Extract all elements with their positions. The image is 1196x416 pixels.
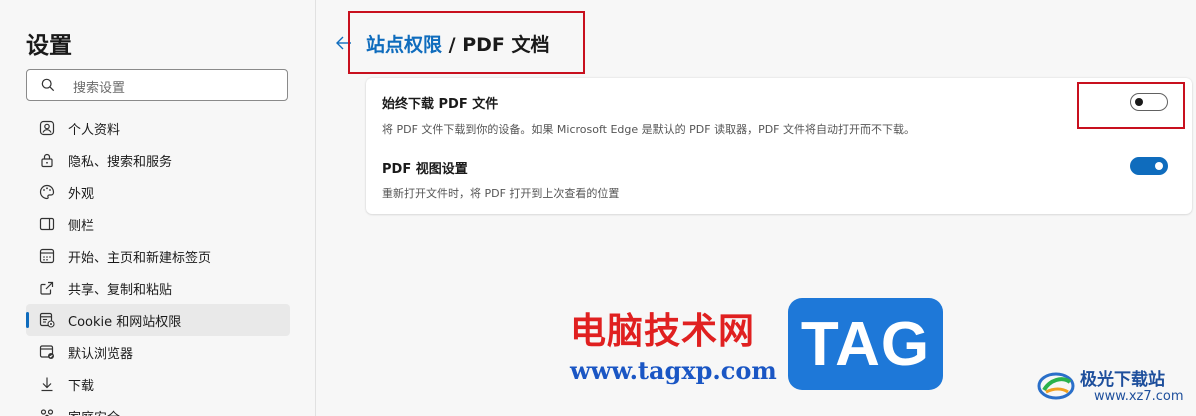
share-icon (40, 281, 54, 295)
breadcrumb-highlight-box (348, 11, 585, 74)
watermark-site-name: 电脑技术网 (570, 311, 756, 352)
browser-icon (39, 345, 54, 359)
home-grid-icon (39, 248, 55, 264)
toggle-knob (1155, 162, 1163, 170)
sidebar-item-cookies[interactable]: Cookie 和网站权限 (26, 304, 290, 336)
sidebar-item-label: 下载 (68, 378, 95, 394)
sidebar-item-label: Cookie 和网站权限 (68, 314, 182, 330)
sidebar-nav: 个人资料 隐私、搜索和服务 外观 侧栏 开始、主页和新建标签页 共享、复制和粘贴… (26, 112, 290, 416)
sidebar-item-default-browser[interactable]: 默认浏览器 (26, 336, 290, 368)
setting-desc-always-download: 将 PDF 文件下载到你的设备。如果 Microsoft Edge 是默认的 P… (382, 123, 916, 136)
watermark-tag-text: TAG (800, 309, 931, 379)
search-placeholder: 搜索设置 (73, 81, 126, 96)
sidebar-icon (39, 217, 55, 231)
settings-window: 设置 搜索设置 个人资料 隐私、搜索和服务 外观 侧栏 开始、主页和新建标签页 … (0, 0, 1196, 416)
sidebar-item-label: 家庭安全 (68, 407, 120, 416)
sidebar-item-label: 侧栏 (68, 218, 95, 234)
sidebar-item-label: 默认浏览器 (68, 346, 134, 362)
sidebar-item-label: 开始、主页和新建标签页 (68, 250, 212, 266)
sidebar-title: 设置 (26, 33, 72, 59)
sidebar-item-label: 个人资料 (68, 122, 121, 138)
watermark-logo-url: www.xz7.com (1094, 389, 1184, 404)
palette-icon (39, 184, 55, 200)
main-content: 站点权限 / PDF 文档 始终下载 PDF 文件 将 PDF 文件下载到你的设… (316, 0, 1196, 416)
download-icon (41, 377, 53, 392)
active-indicator (26, 312, 29, 328)
watermark-logo-name: 极光下载站 (1080, 370, 1165, 390)
sidebar-item-downloads[interactable]: 下载 (26, 368, 290, 400)
sidebar-item-sidebar[interactable]: 侧栏 (26, 208, 290, 240)
sidebar-item-share[interactable]: 共享、复制和粘贴 (26, 272, 290, 304)
sidebar-item-privacy[interactable]: 隐私、搜索和服务 (26, 144, 290, 176)
sidebar-item-label: 隐私、搜索和服务 (68, 154, 173, 170)
site-permissions-icon (39, 312, 55, 328)
search-input[interactable]: 搜索设置 (26, 69, 288, 101)
watermark-tag-badge: TAG (788, 298, 943, 390)
pdf-settings-card: 始终下载 PDF 文件 将 PDF 文件下载到你的设备。如果 Microsoft… (366, 78, 1192, 214)
aurora-logo-icon (1037, 372, 1075, 400)
watermark-site-url: www.tagxp.com (570, 356, 777, 385)
sidebar-item-family[interactable]: 家庭安全 (26, 400, 290, 416)
sidebar-item-appearance[interactable]: 外观 (26, 176, 290, 208)
sidebar: 设置 搜索设置 个人资料 隐私、搜索和服务 外观 侧栏 开始、主页和新建标签页 … (0, 0, 316, 416)
toggle-highlight-box (1077, 82, 1185, 129)
sidebar-item-start-home[interactable]: 开始、主页和新建标签页 (26, 240, 290, 272)
lock-icon (41, 153, 53, 168)
sidebar-item-label: 外观 (68, 186, 95, 202)
watermark-logo: 极光下载站 www.xz7.com (1036, 362, 1186, 410)
search-icon (41, 78, 55, 92)
profile-icon (39, 120, 55, 136)
sidebar-item-profile[interactable]: 个人资料 (26, 112, 290, 144)
sidebar-item-label: 共享、复制和粘贴 (68, 282, 173, 298)
setting-title-always-download: 始终下载 PDF 文件 (382, 97, 499, 112)
family-icon (40, 409, 54, 416)
setting-title-pdf-view: PDF 视图设置 (382, 162, 468, 177)
pdf-view-settings-toggle[interactable] (1130, 157, 1168, 175)
setting-desc-pdf-view: 重新打开文件时，将 PDF 打开到上次查看的位置 (382, 187, 620, 200)
